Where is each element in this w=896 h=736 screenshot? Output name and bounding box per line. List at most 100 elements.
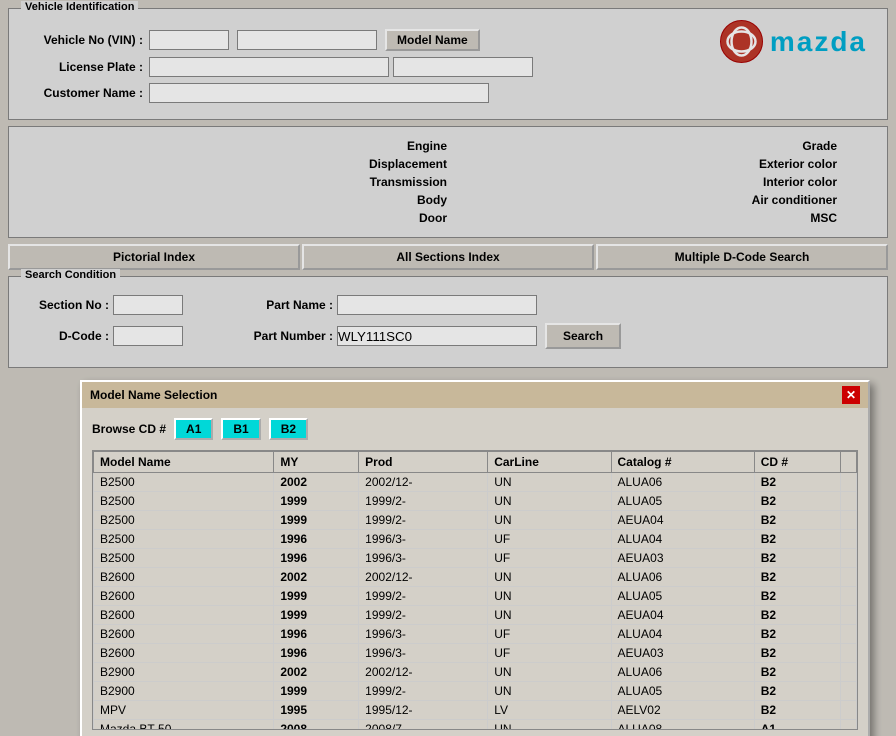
table-cell-empty	[841, 568, 857, 587]
table-row[interactable]: B250020022002/12-UNALUA06B2	[94, 473, 857, 492]
table-cell: B2	[754, 701, 840, 720]
table-row[interactable]: B260019961996/3-UFAEUA03B2	[94, 644, 857, 663]
table-cell: B2600	[94, 606, 274, 625]
table-row[interactable]: Mazda BT-5020082008/7-UNALUA08A1	[94, 720, 857, 731]
cd-b1-button[interactable]: B1	[221, 418, 260, 440]
col-catalog: Catalog #	[611, 452, 754, 473]
table-cell: B2	[754, 663, 840, 682]
table-cell: B2600	[94, 644, 274, 663]
table-row[interactable]: B250019961996/3-UFALUA04B2	[94, 530, 857, 549]
table-cell: 1999/2-	[359, 606, 488, 625]
table-cell: 1995	[274, 701, 359, 720]
table-row[interactable]: B290019991999/2-UNALUA05B2	[94, 682, 857, 701]
model-table-container[interactable]: Model Name MY Prod CarLine Catalog # CD …	[92, 450, 858, 730]
table-cell: B2	[754, 568, 840, 587]
table-cell: UN	[488, 511, 611, 530]
table-cell: UF	[488, 644, 611, 663]
table-cell: B2500	[94, 473, 274, 492]
table-cell: ALUA06	[611, 663, 754, 682]
col-cd: CD #	[754, 452, 840, 473]
table-cell: 1999/2-	[359, 492, 488, 511]
table-cell-empty	[841, 530, 857, 549]
table-cell: 1996	[274, 625, 359, 644]
table-cell: ALUA05	[611, 492, 754, 511]
table-cell: 1996/3-	[359, 530, 488, 549]
modal-title: Model Name Selection	[90, 388, 217, 402]
table-cell: B2	[754, 682, 840, 701]
table-cell: ALUA04	[611, 625, 754, 644]
table-cell: B2900	[94, 682, 274, 701]
table-cell: UF	[488, 625, 611, 644]
model-name-selection-modal: Model Name Selection ✕ Browse CD # A1 B1…	[80, 380, 870, 736]
col-extra	[841, 452, 857, 473]
table-cell: 1996	[274, 644, 359, 663]
table-cell: 1996/3-	[359, 625, 488, 644]
table-row[interactable]: B260019991999/2-UNAEUA04B2	[94, 606, 857, 625]
table-cell: B2	[754, 625, 840, 644]
table-cell: ALUA05	[611, 682, 754, 701]
table-cell-empty	[841, 606, 857, 625]
browse-cd-row: Browse CD # A1 B1 B2	[92, 418, 858, 440]
table-row[interactable]: B250019991999/2-UNAEUA04B2	[94, 511, 857, 530]
table-row[interactable]: B260019961996/3-UFALUA04B2	[94, 625, 857, 644]
table-cell: LV	[488, 701, 611, 720]
table-row[interactable]: B250019961996/3-UFAEUA03B2	[94, 549, 857, 568]
table-row[interactable]: B250019991999/2-UNALUA05B2	[94, 492, 857, 511]
table-cell: 2008/7-	[359, 720, 488, 731]
col-model-name: Model Name	[94, 452, 274, 473]
table-cell: UN	[488, 587, 611, 606]
table-cell: ALUA06	[611, 568, 754, 587]
table-cell: B2	[754, 473, 840, 492]
table-cell: B2500	[94, 549, 274, 568]
table-cell: UN	[488, 663, 611, 682]
table-cell: AEUA04	[611, 511, 754, 530]
table-row[interactable]: B290020022002/12-UNALUA06B2	[94, 663, 857, 682]
table-cell: 1996	[274, 549, 359, 568]
modal-titlebar: Model Name Selection ✕	[82, 382, 868, 408]
model-name-table: Model Name MY Prod CarLine Catalog # CD …	[93, 451, 857, 730]
table-cell: AEUA03	[611, 644, 754, 663]
table-cell: B2900	[94, 663, 274, 682]
cd-b2-button[interactable]: B2	[269, 418, 308, 440]
table-cell: UN	[488, 568, 611, 587]
table-cell: 1999/2-	[359, 511, 488, 530]
table-cell: 2002	[274, 663, 359, 682]
col-my: MY	[274, 452, 359, 473]
table-cell: Mazda BT-50	[94, 720, 274, 731]
table-cell-empty	[841, 587, 857, 606]
table-cell: 1999	[274, 511, 359, 530]
modal-close-button[interactable]: ✕	[842, 386, 860, 404]
table-row[interactable]: B260020022002/12-UNALUA06B2	[94, 568, 857, 587]
col-prod: Prod	[359, 452, 488, 473]
table-cell: ALUA08	[611, 720, 754, 731]
table-cell: B2600	[94, 568, 274, 587]
table-cell-empty	[841, 549, 857, 568]
table-cell: UF	[488, 549, 611, 568]
table-cell: AELV02	[611, 701, 754, 720]
table-cell-empty	[841, 492, 857, 511]
table-cell: 1999	[274, 682, 359, 701]
table-cell: B2500	[94, 530, 274, 549]
modal-overlay: Model Name Selection ✕ Browse CD # A1 B1…	[0, 0, 896, 736]
table-row[interactable]: MPV19951995/12-LVAELV02B2	[94, 701, 857, 720]
table-cell: ALUA04	[611, 530, 754, 549]
cd-a1-button[interactable]: A1	[174, 418, 213, 440]
table-cell: UN	[488, 720, 611, 731]
table-cell: 1999/2-	[359, 587, 488, 606]
table-cell: 2002/12-	[359, 568, 488, 587]
table-cell-empty	[841, 701, 857, 720]
table-cell: B2	[754, 644, 840, 663]
browse-cd-label: Browse CD #	[92, 422, 166, 436]
table-cell: B2600	[94, 587, 274, 606]
table-cell: B2	[754, 549, 840, 568]
table-cell: UF	[488, 530, 611, 549]
table-cell: 2002/12-	[359, 473, 488, 492]
table-cell: UN	[488, 492, 611, 511]
table-cell: ALUA05	[611, 587, 754, 606]
table-cell: 1996	[274, 530, 359, 549]
table-cell: 1999	[274, 587, 359, 606]
table-cell: MPV	[94, 701, 274, 720]
table-row[interactable]: B260019991999/2-UNALUA05B2	[94, 587, 857, 606]
table-cell: B2	[754, 606, 840, 625]
table-cell-empty	[841, 625, 857, 644]
